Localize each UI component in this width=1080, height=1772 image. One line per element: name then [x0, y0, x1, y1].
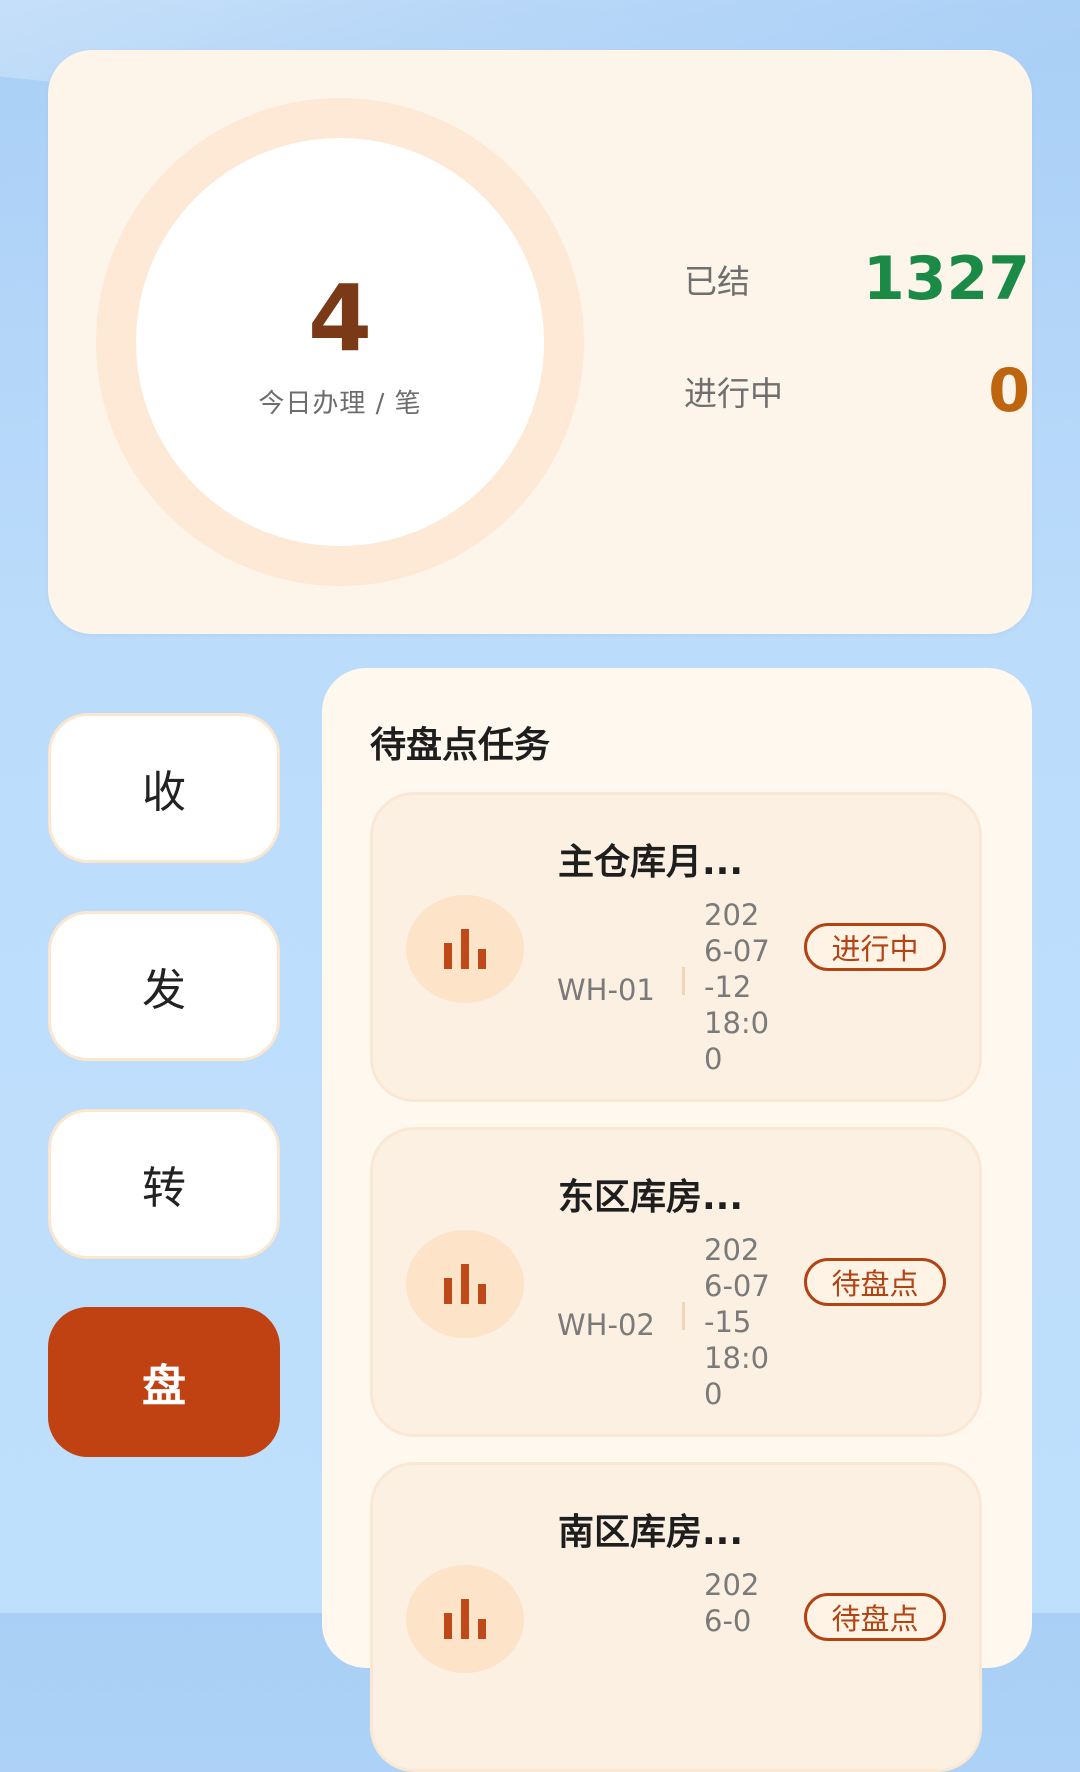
- bar-chart-icon: [406, 1230, 524, 1338]
- in-progress-label: 进行中: [684, 374, 783, 413]
- task-title: 东区库房...: [558, 1177, 744, 1218]
- task-card[interactable]: 南区库房... 2026-0 待盘点: [370, 1462, 982, 1772]
- divider: [682, 967, 685, 995]
- side-nav-inventory-button[interactable]: 盘: [48, 1307, 280, 1457]
- today-count: 4: [307, 264, 372, 372]
- today-ring: 4 今日办理 / 笔: [96, 98, 584, 586]
- task-card[interactable]: 东区库房... WH-02 2026-07-15 18:00 待盘点: [370, 1127, 982, 1437]
- today-circle: 4 今日办理 / 笔: [136, 138, 544, 546]
- bar-chart-icon: [406, 1565, 524, 1673]
- task-title: 主仓库月...: [558, 842, 744, 883]
- done-value: 1327: [863, 244, 1030, 314]
- side-nav-receive-button[interactable]: 收: [48, 713, 280, 863]
- status-badge: 进行中: [804, 923, 946, 971]
- done-label: 已结: [684, 262, 750, 301]
- today-label: 今日办理 / 笔: [258, 388, 422, 419]
- task-panel: 待盘点任务 主仓库月... WH-01 2026-07-12 18:00 进行中…: [322, 668, 1032, 1772]
- task-date: 2026-07-15 18:00: [704, 1233, 770, 1411]
- task-date: 2026-07-12 18:00: [704, 898, 770, 1076]
- status-badge: 待盘点: [804, 1593, 946, 1641]
- task-code: WH-02: [557, 1308, 655, 1342]
- in-progress-stat: 进行中 0: [684, 356, 1030, 426]
- done-stat: 已结 1327: [684, 244, 1030, 314]
- summary-card: 4 今日办理 / 笔 已结 1327 进行中 0: [48, 50, 1032, 634]
- status-badge: 待盘点: [804, 1258, 946, 1306]
- in-progress-value: 0: [988, 356, 1030, 426]
- side-nav-send-button[interactable]: 发: [48, 911, 280, 1061]
- task-date: 2026-0: [704, 1568, 760, 1638]
- panel-title: 待盘点任务: [370, 725, 551, 766]
- task-card[interactable]: 主仓库月... WH-01 2026-07-12 18:00 进行中: [370, 792, 982, 1102]
- task-title: 南区库房...: [558, 1512, 744, 1553]
- side-nav-transfer-button[interactable]: 转: [48, 1109, 280, 1259]
- task-code: WH-01: [557, 973, 655, 1007]
- divider: [682, 1302, 685, 1330]
- bar-chart-icon: [406, 895, 524, 1003]
